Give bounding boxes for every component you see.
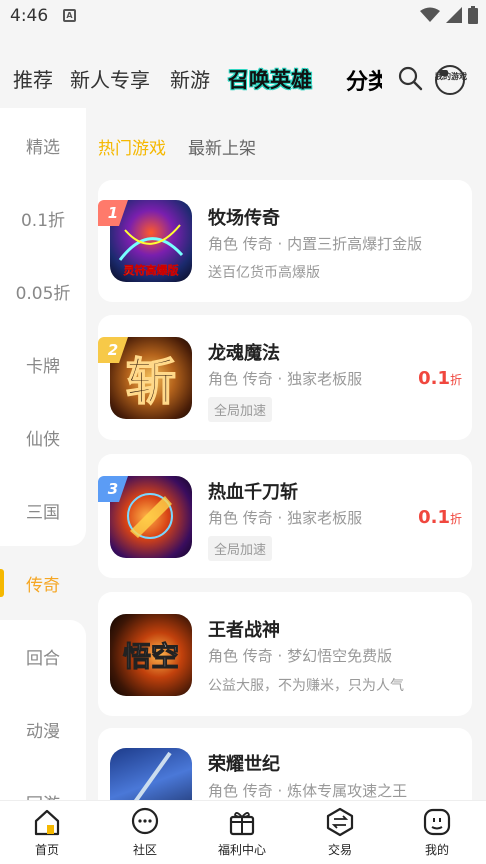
game-card[interactable]: 荣耀世纪 角色 传奇 · 炼体专属攻速之王 [98, 728, 472, 800]
tab-new-arrivals[interactable]: 最新上架 [188, 134, 256, 159]
battery-icon [468, 6, 478, 24]
game-icon: 悟空 [110, 614, 192, 696]
nav-home[interactable]: 首页 [7, 807, 87, 858]
side-item-more[interactable]: 回游 [0, 766, 86, 800]
tab-category[interactable]: 分类 [346, 64, 382, 96]
search-icon[interactable] [397, 65, 423, 91]
discount-value: 0.1 [418, 507, 450, 528]
game-card[interactable]: 3 热血千刀斩 角色 传奇 · 独家老板服 全局加速 0.1折 [98, 454, 472, 578]
exchange-icon [326, 807, 354, 837]
side-item-card[interactable]: 卡牌 [0, 328, 86, 401]
game-meta: 角色 传奇 · 独家老板服 [208, 509, 363, 527]
discount-badge: 0.1折 [418, 368, 462, 389]
game-list-panel: 热门游戏 最新上架 灵符高爆版 1 牧场传奇 角色 传奇 · 内置三折高爆打金版… [86, 108, 486, 800]
discount-unit: 折 [449, 512, 462, 526]
my-games-label: 我的游戏 [435, 71, 467, 81]
nav-welfare-label: 福利中心 [217, 843, 266, 857]
game-icon-art-text: 悟空 [123, 640, 179, 673]
nav-profile-label: 我的 [424, 843, 449, 857]
sub-tabs: 热门游戏 最新上架 [98, 134, 256, 159]
my-games-icon[interactable]: 我的游戏 [432, 62, 468, 98]
game-name: 王者战神 [208, 620, 280, 641]
chat-bubble-icon [131, 807, 159, 835]
side-item-legend[interactable]: 传奇 [0, 547, 86, 620]
side-menu: 精选 0.1折 0.05折 卡牌 仙侠 三国 传奇 回合 动漫 回游 [0, 108, 86, 800]
nav-trade-label: 交易 [327, 843, 352, 857]
bottom-nav: 首页 社区 福利中心 交易 我的 [0, 800, 486, 864]
game-icon-art-text: 斩 [126, 352, 176, 411]
side-item-featured[interactable]: 精选 [0, 109, 86, 182]
game-promo: 公益大服，不为赚米，只为人气 [208, 678, 404, 694]
nav-trade[interactable]: 交易 [300, 807, 380, 858]
signal-icon [446, 7, 462, 23]
nav-community-label: 社区 [132, 843, 157, 857]
tab-new-games[interactable]: 新游 [170, 64, 210, 93]
nav-welfare[interactable]: 福利中心 [202, 807, 282, 858]
discount-badge: 0.1折 [418, 507, 462, 528]
tab-summon-heroes[interactable]: 召唤英雄 [228, 64, 312, 94]
status-time: 4:46 [10, 6, 49, 26]
side-item-xianxia[interactable]: 仙侠 [0, 401, 86, 474]
game-card[interactable]: 斩 2 龙魂魔法 角色 传奇 · 独家老板服 全局加速 0.1折 [98, 315, 472, 440]
status-icons [420, 6, 478, 24]
feature-tag: 全局加速 [208, 536, 273, 561]
tab-newcomer[interactable]: 新人专享 [70, 64, 150, 93]
game-meta: 角色 传奇 · 独家老板服 [208, 370, 363, 388]
game-card[interactable]: 灵符高爆版 1 牧场传奇 角色 传奇 · 内置三折高爆打金版 送百亿货币高爆版 [98, 180, 472, 302]
status-bar: 4:46 A [0, 0, 486, 32]
nav-profile[interactable]: 我的 [397, 807, 477, 858]
game-card[interactable]: 悟空 王者战神 角色 传奇 · 梦幻悟空免费版 公益大服，不为赚米，只为人气 [98, 592, 472, 716]
game-icon [110, 748, 192, 800]
notification-icon: A [63, 9, 76, 22]
side-item-three-kingdoms[interactable]: 三国 [0, 474, 86, 547]
side-item-anime[interactable]: 动漫 [0, 693, 86, 766]
tab-hot-games[interactable]: 热门游戏 [98, 134, 166, 159]
wifi-icon [420, 7, 440, 22]
game-name: 牧场传奇 [208, 208, 280, 229]
nav-home-label: 首页 [34, 843, 59, 857]
gift-icon [229, 812, 255, 836]
side-item-0-1-discount[interactable]: 0.1折 [0, 182, 86, 255]
game-icon-art-text: 灵符高爆版 [124, 263, 179, 277]
home-icon [34, 809, 60, 836]
tab-recommend[interactable]: 推荐 [13, 64, 53, 93]
game-meta: 角色 传奇 · 内置三折高爆打金版 [208, 235, 423, 253]
game-name: 龙魂魔法 [208, 343, 280, 364]
game-name: 荣耀世纪 [208, 754, 280, 775]
feature-tag: 全局加速 [208, 397, 273, 422]
top-nav: 推荐 新人专享 新游 召唤英雄 分类 我的游戏 [0, 50, 486, 108]
game-meta: 角色 传奇 · 炼体专属攻速之王 [208, 782, 408, 800]
discount-value: 0.1 [418, 368, 450, 389]
side-item-turn-based[interactable]: 回合 [0, 620, 86, 693]
game-promo: 送百亿货币高爆版 [208, 265, 320, 281]
discount-unit: 折 [449, 373, 462, 387]
profile-icon [423, 808, 451, 836]
game-name: 热血千刀斩 [208, 482, 298, 503]
side-item-0-05-discount[interactable]: 0.05折 [0, 255, 86, 328]
game-meta: 角色 传奇 · 梦幻悟空免费版 [208, 647, 393, 665]
nav-community[interactable]: 社区 [105, 807, 185, 858]
